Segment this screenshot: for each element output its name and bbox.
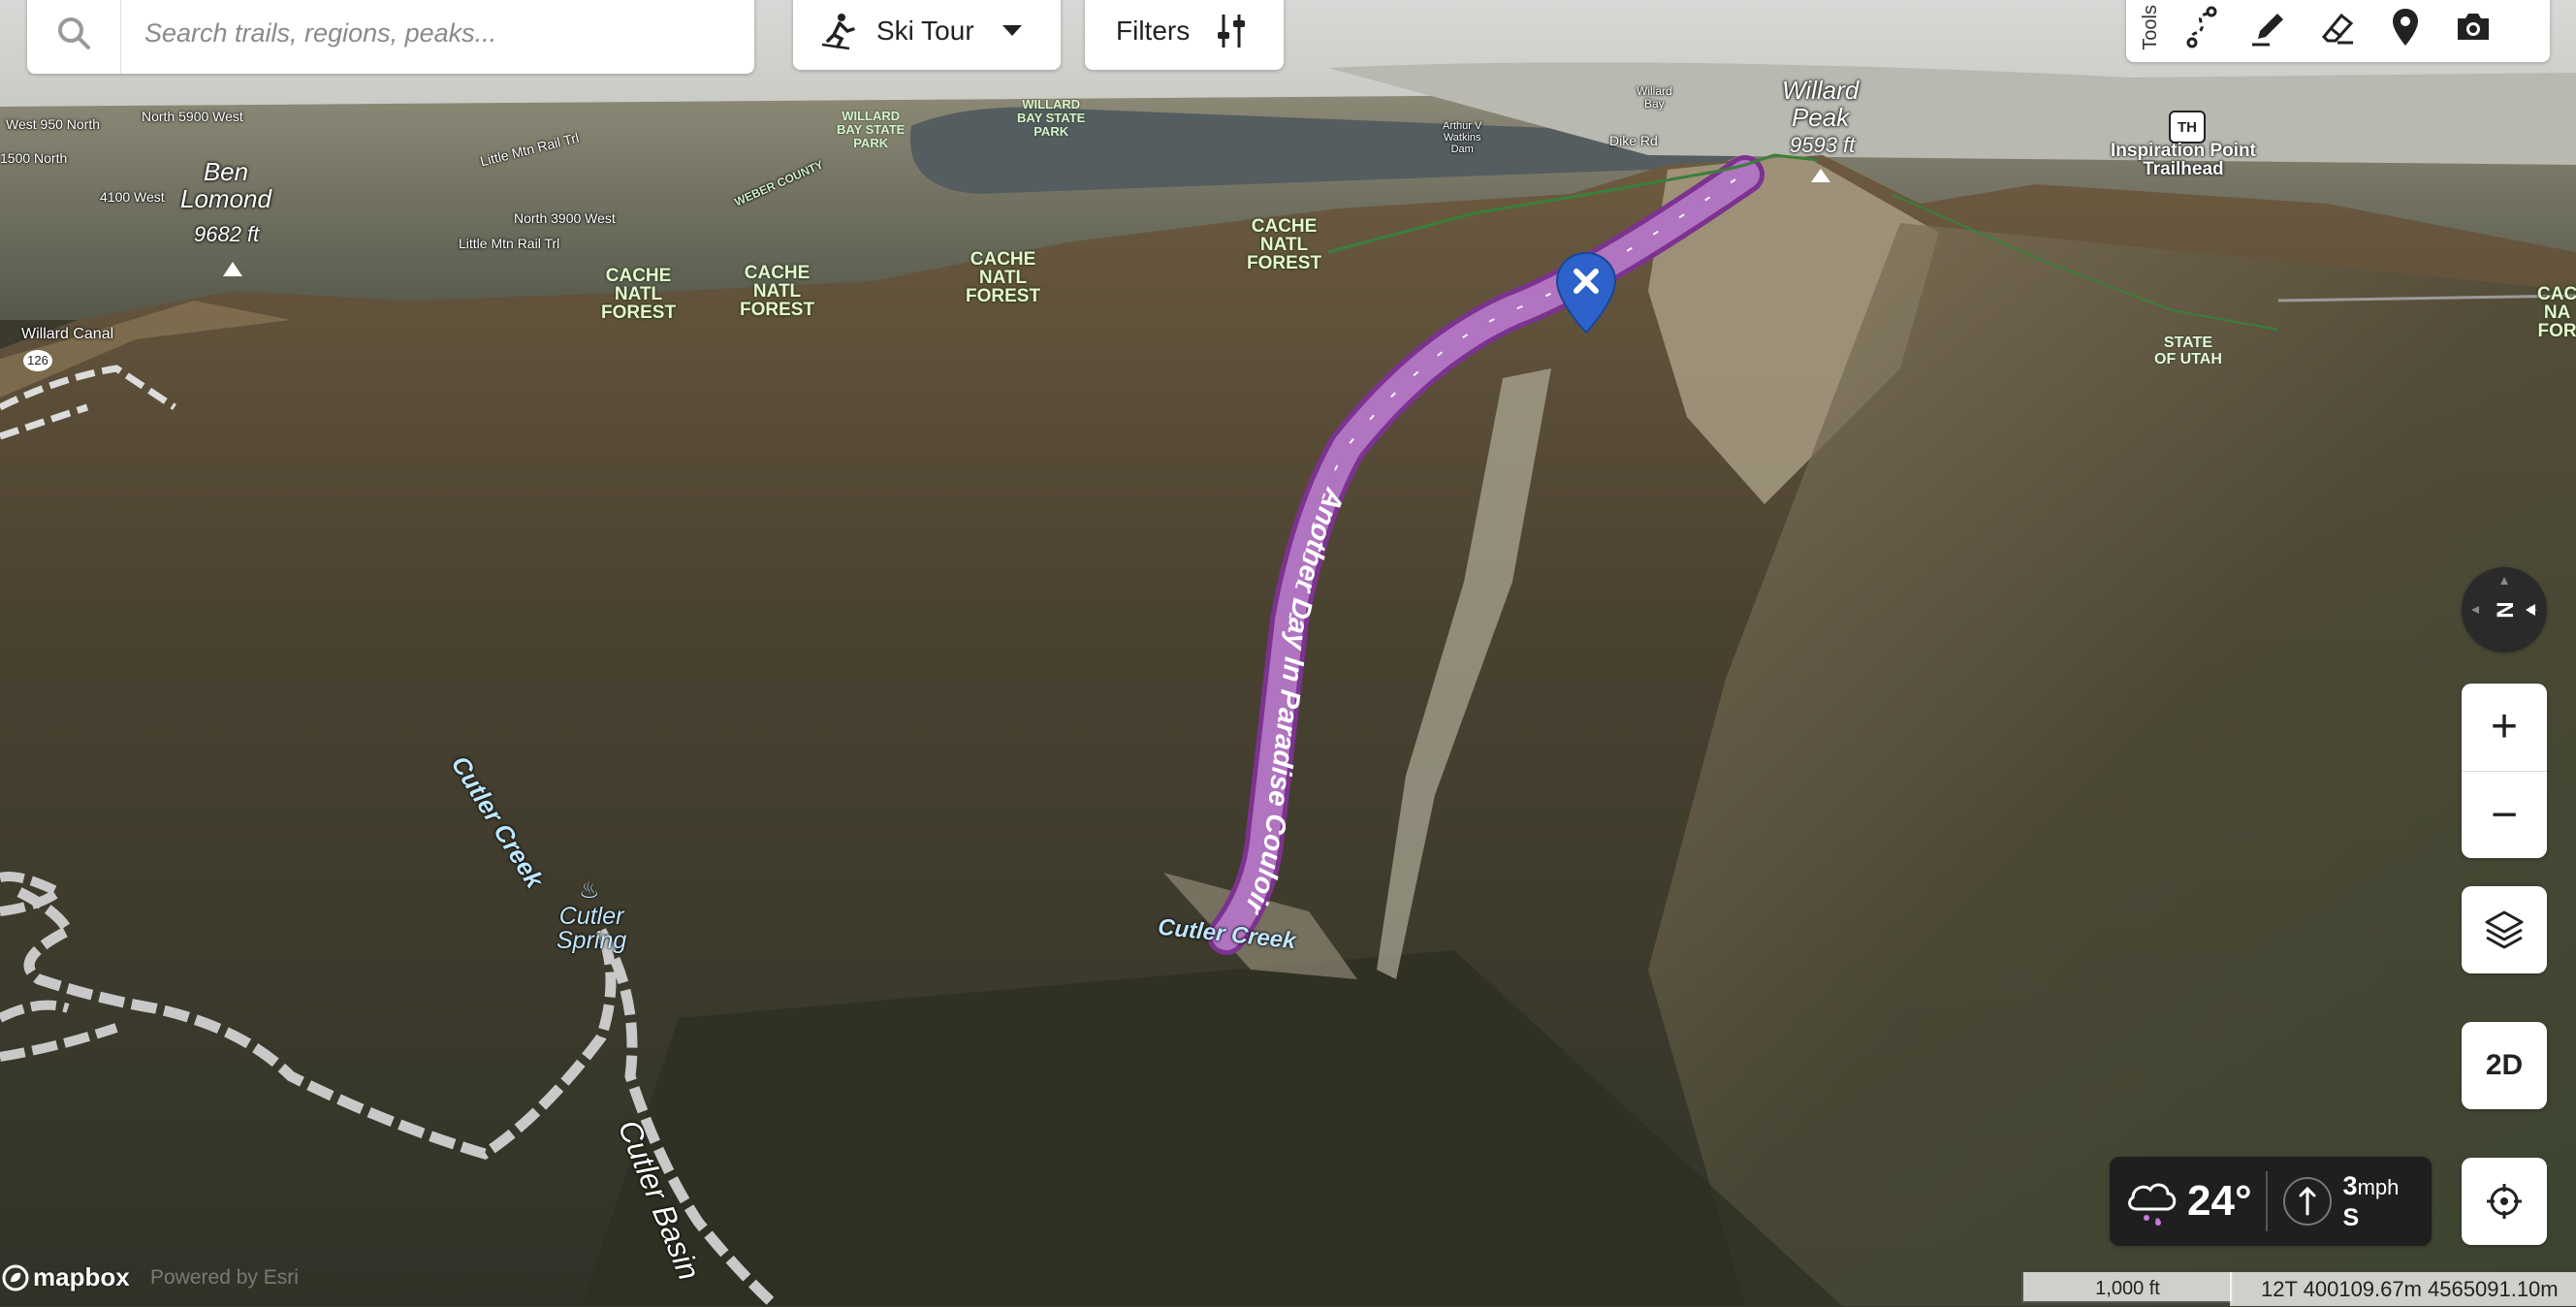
activity-dropdown[interactable]: Ski Tour <box>793 0 1061 70</box>
mapbox-logo-icon <box>2 1264 29 1291</box>
filters-label: Filters <box>1116 16 1191 46</box>
wind-direction-value: S <box>2342 1203 2360 1231</box>
temperature-value: 24° <box>2187 1177 2252 1225</box>
road-label: Little Mtn Rail Trl <box>459 236 560 251</box>
location-marker[interactable] <box>1555 251 1617 335</box>
wind-readout: 3mph S <box>2343 1172 2400 1231</box>
pin-button[interactable] <box>2371 0 2439 61</box>
forest-label: CAC NA FOR <box>2537 284 2576 341</box>
sliders-icon <box>1215 13 1248 49</box>
peak-elevation: 9593 ft <box>1790 133 1856 157</box>
road-label: 4100 West <box>100 189 165 205</box>
road-label: 1500 North <box>0 150 68 166</box>
locate-button[interactable] <box>2462 1158 2547 1245</box>
tools-label: Tools <box>2140 4 2161 50</box>
spring-icon: ♨ <box>579 877 600 904</box>
park-label: WILLARD BAY STATE PARK <box>837 109 906 150</box>
activity-label: Ski Tour <box>876 16 974 46</box>
forest-label: CACHE NATL FOREST <box>601 266 677 323</box>
view-toggle-2d-button[interactable]: 2D <box>2462 1022 2547 1109</box>
search-input[interactable]: Search trails, regions, peaks... <box>144 18 496 48</box>
route-draw-button[interactable] <box>2168 0 2236 61</box>
road-label: West 950 North <box>6 116 101 132</box>
chevron-down-icon <box>1002 24 1023 38</box>
scale-bar: 1,000 ft <box>2021 1272 2234 1303</box>
wind-speed-value: 3 <box>2342 1170 2358 1200</box>
scale-label: 1,000 ft <box>2095 1278 2160 1299</box>
compass-north-label: N <box>2492 601 2518 619</box>
view-toggle-label: 2D <box>2485 1049 2524 1081</box>
crosshair-icon <box>2487 1184 2522 1219</box>
forest-label: CACHE NATL FOREST <box>1247 216 1322 273</box>
filters-button[interactable]: Filters <box>1085 0 1284 70</box>
spring-name: Cutler Spring <box>557 903 627 954</box>
draw-button[interactable] <box>2236 0 2304 61</box>
divider <box>2265 1171 2268 1231</box>
esri-attribution[interactable]: Powered by Esri <box>150 1266 299 1290</box>
weather-widget[interactable]: 24° 3mph S <box>2110 1157 2432 1246</box>
park-label: WILLARD BAY STATE PARK <box>1017 97 1086 139</box>
mapbox-brand-label: mapbox <box>33 1262 130 1291</box>
place-label: Willard Bay <box>1637 84 1672 111</box>
terrain-3d-view: Another Day In Paradise Couloir <box>0 0 2576 1306</box>
peak-name: Willard Peak <box>1782 76 1860 132</box>
trailhead-name: Inspiration Point Trailhead <box>2111 141 2256 179</box>
place-label: Arthur V Watkins Dam <box>1443 120 1482 155</box>
camera-button[interactable] <box>2439 0 2507 61</box>
coordinate-readout: 12T 400109.67m 4565091.10m <box>2230 1272 2576 1306</box>
zoom-out-icon: − <box>2490 788 2519 841</box>
map-canvas[interactable]: Another Day In Paradise Couloir Ben Lomo… <box>0 0 2576 1306</box>
ski-tour-icon <box>820 12 859 50</box>
camera-icon <box>2458 14 2489 40</box>
forest-label: CACHE NATL FOREST <box>740 263 815 320</box>
wind-speed-unit: mph <box>2357 1174 2400 1199</box>
search-icon[interactable] <box>27 0 121 74</box>
highway-shield: 126 <box>23 350 52 371</box>
tools-toolbar: Tools <box>2126 0 2550 62</box>
compass-button[interactable]: N <box>2462 567 2547 653</box>
road-label: Dike Rd <box>1609 133 1658 148</box>
zoom-controls: + − <box>2462 684 2547 858</box>
forest-label: CACHE NATL FOREST <box>966 249 1041 306</box>
erase-button[interactable] <box>2304 0 2371 61</box>
peak-elevation: 9682 ft <box>194 222 260 246</box>
mapbox-logo[interactable]: mapbox <box>2 1262 130 1292</box>
wind-direction-icon <box>2281 1175 2334 1227</box>
pencil-icon <box>2252 14 2283 47</box>
state-label: STATE OF UTAH <box>2154 335 2222 367</box>
zoom-out-button[interactable]: − <box>2462 772 2547 859</box>
map-pin-icon <box>2393 9 2418 46</box>
layers-button[interactable] <box>2462 886 2547 973</box>
route-draw-icon <box>2186 6 2217 48</box>
zoom-in-button[interactable]: + <box>2462 684 2547 772</box>
snow-cloud-icon <box>2123 1174 2181 1228</box>
eraser-icon <box>2321 13 2354 45</box>
road-label: North 5900 West <box>142 109 243 124</box>
peak-name: Ben Lomond <box>180 157 271 213</box>
road-label: North 3900 West <box>514 210 616 226</box>
zoom-in-icon: + <box>2490 701 2519 753</box>
trailhead-badge[interactable]: TH <box>2169 111 2206 143</box>
layers-icon <box>2485 910 2524 949</box>
canal-label: Willard Canal <box>21 326 114 342</box>
search-bar[interactable]: Search trails, regions, peaks... <box>27 0 754 74</box>
